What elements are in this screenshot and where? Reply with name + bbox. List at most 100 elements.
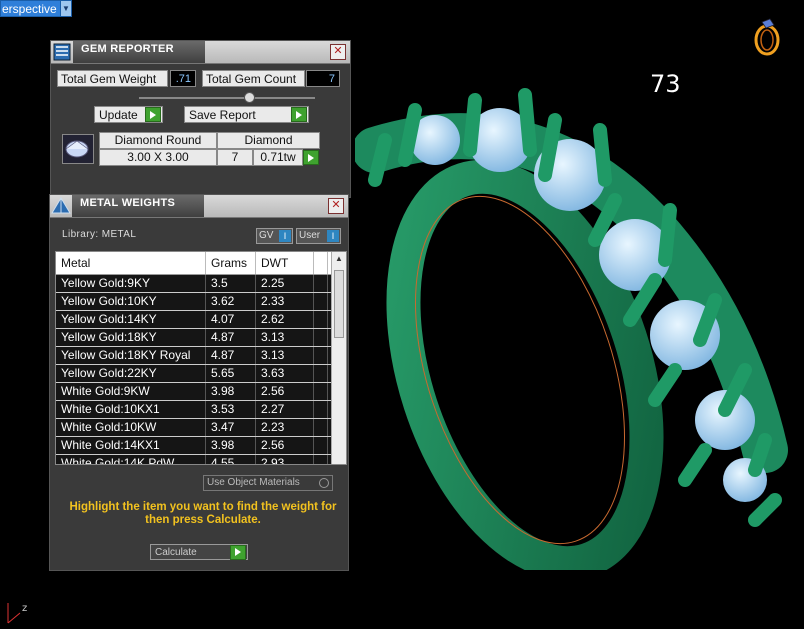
table-row[interactable]: Yellow Gold:10KY 3.62 2.33: [56, 293, 346, 311]
metal-cell: White Gold:14K PdW: [56, 455, 206, 464]
table-scrollbar[interactable]: ▲: [331, 252, 346, 464]
gem-reporter-panel: GEM REPORTER ✕ Total Gem Weight .71 Tota…: [50, 40, 351, 198]
use-object-materials-option[interactable]: Use Object Materials: [203, 475, 333, 491]
metal-cell: Yellow Gold:10KY: [56, 293, 206, 310]
metal-weights-panel: METAL WEIGHTS ✕ Library: METAL GV I User…: [49, 194, 349, 571]
dwt-cell: 2.33: [256, 293, 314, 310]
table-row[interactable]: White Gold:14KX1 3.98 2.56: [56, 437, 346, 455]
view-mode-dropdown[interactable]: erspective ▼: [0, 0, 72, 17]
slider-knob[interactable]: [244, 92, 255, 103]
metal-cell: Yellow Gold:14KY: [56, 311, 206, 328]
close-icon[interactable]: ✕: [330, 44, 346, 60]
metal-cell: Yellow Gold:22KY: [56, 365, 206, 382]
play-icon: [303, 150, 319, 165]
gem-table[interactable]: Diamond Round Diamond 3.00 X 3.00 7 0.71…: [59, 130, 345, 166]
metal-weights-icon: [50, 195, 72, 217]
table-row[interactable]: Yellow Gold:9KY 3.5 2.25: [56, 275, 346, 293]
grams-cell: 4.55: [206, 455, 256, 464]
close-icon[interactable]: ✕: [328, 198, 344, 214]
metal-cell: Yellow Gold:18KY: [56, 329, 206, 346]
column-header-dwt[interactable]: DWT: [256, 252, 314, 274]
gem-reporter-icon: [51, 41, 73, 63]
save-report-label: Save Report: [189, 107, 256, 122]
view-cube-icon[interactable]: [750, 16, 784, 58]
calculate-label: Calculate: [155, 546, 197, 558]
metal-cell: White Gold:14KX1: [56, 437, 206, 454]
grams-cell: 5.65: [206, 365, 256, 382]
table-row[interactable]: White Gold:9KW 3.98 2.56: [56, 383, 346, 401]
dwt-cell: 2.56: [256, 383, 314, 400]
dwt-cell: 2.25: [256, 275, 314, 292]
dwt-cell: 2.93: [256, 455, 314, 464]
gv-toggle[interactable]: GV I: [256, 228, 293, 244]
dwt-cell: 2.62: [256, 311, 314, 328]
grams-cell: 3.47: [206, 419, 256, 436]
metal-cell: White Gold:9KW: [56, 383, 206, 400]
metal-weights-title: METAL WEIGHTS: [72, 195, 204, 217]
dwt-cell: 2.23: [256, 419, 314, 436]
calculate-button[interactable]: Calculate: [150, 544, 248, 560]
user-label: User: [299, 230, 321, 241]
chevron-down-icon[interactable]: ▼: [60, 1, 71, 16]
view-mode-label: erspective: [2, 2, 57, 16]
save-report-button[interactable]: Save Report: [184, 106, 309, 123]
grams-cell: 4.87: [206, 347, 256, 364]
column-header-metal[interactable]: Metal: [56, 252, 206, 274]
grams-cell: 3.53: [206, 401, 256, 418]
table-row[interactable]: Yellow Gold:18KY 4.87 3.13: [56, 329, 346, 347]
play-icon: [145, 107, 161, 122]
play-icon: [291, 107, 307, 122]
gem-reporter-title: GEM REPORTER: [73, 41, 205, 63]
grams-cell: 3.98: [206, 383, 256, 400]
dwt-cell: 3.13: [256, 347, 314, 364]
dwt-cell: 2.56: [256, 437, 314, 454]
metal-weights-table[interactable]: Metal Grams DWT Yellow Gold:9KY 3.5 2.25 Ye…: [55, 251, 347, 465]
column-header-grams[interactable]: Grams: [206, 252, 256, 274]
scroll-up-icon[interactable]: ▲: [332, 252, 346, 266]
play-icon: [230, 544, 246, 560]
library-label: Library: METAL: [62, 229, 137, 240]
instruction-text: Highlight the item you want to find the …: [69, 501, 337, 526]
toggle-indicator-icon: I: [327, 230, 339, 242]
axis-z-label: z: [22, 603, 27, 614]
table-row[interactable]: White Gold:10KX1 3.53 2.27: [56, 401, 346, 419]
grams-cell: 3.5: [206, 275, 256, 292]
table-header: Metal Grams DWT: [56, 252, 346, 275]
axis-gizmo-icon: z: [7, 603, 27, 624]
table-row[interactable]: Yellow Gold:22KY 5.65 3.63: [56, 365, 346, 383]
total-gem-weight-label: Total Gem Weight: [57, 70, 168, 87]
grams-cell: 3.62: [206, 293, 256, 310]
toggle-indicator-icon: I: [279, 230, 291, 242]
metal-cell: Yellow Gold:18KY Royal: [56, 347, 206, 364]
table-row[interactable]: Yellow Gold:14KY 4.07 2.62: [56, 311, 346, 329]
total-gem-count-label: Total Gem Count: [202, 70, 305, 87]
grams-cell: 4.87: [206, 329, 256, 346]
gem-row-go-button[interactable]: [303, 149, 320, 166]
metal-weights-titlebar[interactable]: METAL WEIGHTS ✕: [50, 195, 348, 218]
dwt-cell: 3.13: [256, 329, 314, 346]
table-row[interactable]: Yellow Gold:18KY Royal 4.87 3.13: [56, 347, 346, 365]
use-object-materials-label: Use Object Materials: [207, 477, 300, 488]
total-gem-weight-value: .71: [170, 70, 196, 87]
table-row[interactable]: White Gold:14K PdW 4.55 2.93: [56, 455, 346, 464]
metal-cell: White Gold:10KX1: [56, 401, 206, 418]
total-gem-count-value: 7: [306, 70, 340, 87]
gem-size-cell: 3.00 X 3.00: [99, 149, 217, 166]
gem-shape-header: Diamond Round: [99, 132, 217, 149]
metal-cell: Yellow Gold:9KY: [56, 275, 206, 292]
scrollbar-thumb[interactable]: [334, 270, 344, 338]
ring-model[interactable]: [355, 80, 795, 570]
diamond-round-thumbnail: [62, 134, 94, 164]
gem-reporter-titlebar[interactable]: GEM REPORTER ✕: [51, 41, 350, 64]
metal-cell: White Gold:10KW: [56, 419, 206, 436]
table-row[interactable]: White Gold:10KW 3.47 2.23: [56, 419, 346, 437]
radio-icon[interactable]: [319, 478, 329, 488]
grams-cell: 4.07: [206, 311, 256, 328]
gem-weight-cell: 0.71tw: [253, 149, 303, 166]
panel-resize-slider[interactable]: [139, 92, 315, 103]
update-button[interactable]: Update: [94, 106, 163, 123]
gv-label: GV: [259, 230, 274, 241]
update-button-label: Update: [99, 107, 138, 122]
dwt-cell: 2.27: [256, 401, 314, 418]
user-toggle[interactable]: User I: [296, 228, 341, 244]
